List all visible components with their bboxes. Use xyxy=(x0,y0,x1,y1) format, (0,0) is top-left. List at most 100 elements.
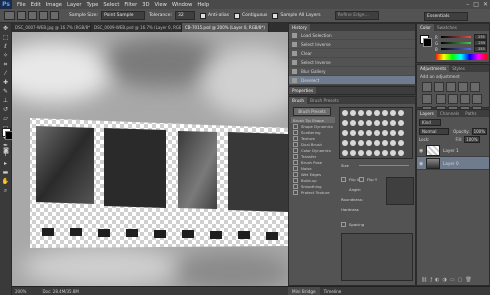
brush-tip-icon[interactable] xyxy=(358,110,364,116)
history-item-selected[interactable]: Deselect xyxy=(289,76,415,85)
sample-size-select[interactable]: Point Sample xyxy=(101,11,146,20)
document-canvas[interactable] xyxy=(12,32,288,286)
tab-history[interactable]: History xyxy=(289,24,310,31)
fill-input[interactable]: 100% xyxy=(464,136,480,143)
brush-tip-icon[interactable] xyxy=(398,130,404,136)
new-layer-icon[interactable]: ▢ xyxy=(458,277,463,283)
magic-wand-tool-icon[interactable]: ✧ xyxy=(2,52,10,59)
brush-tip-icon[interactable] xyxy=(342,110,348,116)
brush-tip-icon[interactable] xyxy=(358,120,364,126)
path-select-tool-icon[interactable]: ▸ xyxy=(2,160,10,167)
menu-select[interactable]: Select xyxy=(103,2,119,8)
adjustment-layer-icon[interactable]: ◑ xyxy=(443,277,447,283)
black-white-icon[interactable] xyxy=(447,94,458,104)
brush-tip-icon[interactable] xyxy=(366,140,372,146)
brush-tip-icon[interactable] xyxy=(382,110,388,116)
healing-tool-icon[interactable]: ✚ xyxy=(2,79,10,86)
brush-tip-icon[interactable] xyxy=(398,140,404,146)
brush-tip-icon[interactable] xyxy=(342,140,348,146)
link-layers-icon[interactable]: ⛓ xyxy=(421,277,427,283)
brush-tip-icon[interactable] xyxy=(382,150,388,156)
eye-icon[interactable]: ◉ xyxy=(419,161,424,167)
blue-value[interactable]: 255 xyxy=(473,46,487,52)
marquee-tool-icon[interactable]: ⬚ xyxy=(2,34,10,41)
layer-row[interactable]: ◉ Layer 1 xyxy=(417,144,489,157)
brush-option[interactable]: Color Dynamics xyxy=(291,147,335,153)
tab-brush-presets[interactable]: Brush Presets xyxy=(307,97,342,104)
history-brush-tool-icon[interactable]: ↺ xyxy=(2,106,10,113)
brush-tip-icon[interactable] xyxy=(366,150,372,156)
color-ramp[interactable] xyxy=(435,54,487,60)
eyedropper-tool-icon[interactable]: ⁄ xyxy=(2,70,10,77)
photo-filter-icon[interactable] xyxy=(459,94,470,104)
group-icon[interactable]: ▭ xyxy=(450,277,455,283)
levels-icon[interactable] xyxy=(434,82,444,92)
tab-timeline[interactable]: Timeline xyxy=(320,287,346,295)
doc-tab[interactable]: DSC_0007-WEB.jpg @ 16.7% (RGB/8*) xyxy=(12,23,91,32)
size-slider[interactable] xyxy=(359,165,409,166)
brush-tip-icon[interactable] xyxy=(374,140,380,146)
lasso-tool-icon[interactable]: ℓ xyxy=(2,43,10,50)
brush-option[interactable]: Protect Texture xyxy=(291,189,335,195)
layer-mask-icon[interactable]: ◐ xyxy=(435,277,439,283)
tolerance-input[interactable]: 32 xyxy=(175,11,196,20)
flip-y-checkbox[interactable]: Flip Y xyxy=(359,177,377,182)
brush-tip-icon[interactable] xyxy=(358,150,364,156)
layer-style-icon[interactable]: ƒ xyxy=(430,277,432,283)
tab-swatches[interactable]: Swatches xyxy=(434,24,460,31)
exposure-icon[interactable] xyxy=(458,82,468,92)
menu-type[interactable]: Type xyxy=(86,2,98,8)
opacity-input[interactable]: 100% xyxy=(471,128,487,135)
minimize-icon[interactable]: – xyxy=(466,1,469,8)
tab-channels[interactable]: Channels xyxy=(437,110,462,117)
history-item[interactable]: Blur Gallery xyxy=(289,67,415,76)
curves-icon[interactable] xyxy=(446,82,456,92)
zoom-level[interactable]: 200% xyxy=(15,289,26,294)
move-tool-icon[interactable]: ✥ xyxy=(2,25,10,32)
layer-row-selected[interactable]: ◉ Layer 0 xyxy=(417,157,489,170)
tab-paths[interactable]: Paths xyxy=(462,110,479,117)
brush-tip-icon[interactable] xyxy=(350,120,356,126)
red-slider[interactable] xyxy=(440,36,471,38)
brush-tip-icon[interactable] xyxy=(374,120,380,126)
blend-mode-select[interactable]: Normal xyxy=(419,128,450,135)
brush-tip-icon[interactable] xyxy=(366,110,372,116)
brightness-icon[interactable] xyxy=(422,82,432,92)
color-balance-icon[interactable] xyxy=(435,94,446,104)
tab-styles[interactable]: Styles xyxy=(449,65,468,72)
brush-angle-preview[interactable] xyxy=(386,177,414,205)
tab-adjustments[interactable]: Adjustments xyxy=(417,65,450,72)
brush-tool-icon[interactable]: ✎ xyxy=(2,88,10,95)
eraser-tool-icon[interactable]: ▱ xyxy=(2,115,10,122)
brush-tip-icon[interactable] xyxy=(398,110,404,116)
history-item[interactable]: Select Inverse xyxy=(289,40,415,49)
menu-3d[interactable]: 3D xyxy=(142,2,149,8)
brush-tip-icon[interactable] xyxy=(342,120,348,126)
brush-presets-button[interactable]: Brush Presets xyxy=(293,107,331,116)
menu-layer[interactable]: Layer xyxy=(67,2,81,8)
magic-wand-preset-icon[interactable] xyxy=(4,11,15,20)
hue-saturation-icon[interactable] xyxy=(422,94,432,104)
hand-tool-icon[interactable]: ✋ xyxy=(2,178,10,185)
brush-tip-icon[interactable] xyxy=(350,110,356,116)
brush-tip-icon[interactable] xyxy=(382,120,388,126)
add-selection-icon[interactable] xyxy=(28,11,37,20)
layer-kind-select[interactable]: Kind xyxy=(419,119,441,126)
brush-tip-icon[interactable] xyxy=(374,150,380,156)
contiguous-checkbox[interactable]: Contiguous xyxy=(233,12,267,19)
brush-tip-icon[interactable] xyxy=(350,130,356,136)
sample-all-layers-checkbox[interactable]: Sample All Layers xyxy=(272,12,321,19)
stamp-tool-icon[interactable]: ⊥ xyxy=(2,97,10,104)
history-item[interactable]: Clear xyxy=(289,49,415,58)
refine-edge-button[interactable]: Refine Edge... xyxy=(334,11,379,20)
brush-tip-icon[interactable] xyxy=(390,120,396,126)
brush-tip-icon[interactable] xyxy=(382,140,388,146)
tab-mini-bridge[interactable]: Mini Bridge xyxy=(288,287,320,295)
anti-alias-checkbox[interactable]: Anti-alias xyxy=(200,12,229,19)
doc-tab-active[interactable]: CB-7015.psd @ 200% (Layer 0, RGB/8*) xyxy=(182,23,269,32)
brush-tip-icon[interactable] xyxy=(374,130,380,136)
maximize-icon[interactable]: □ xyxy=(473,1,479,8)
channel-mixer-icon[interactable] xyxy=(471,94,482,104)
menu-image[interactable]: Image xyxy=(46,2,62,8)
background-color-swatch[interactable] xyxy=(423,38,432,47)
